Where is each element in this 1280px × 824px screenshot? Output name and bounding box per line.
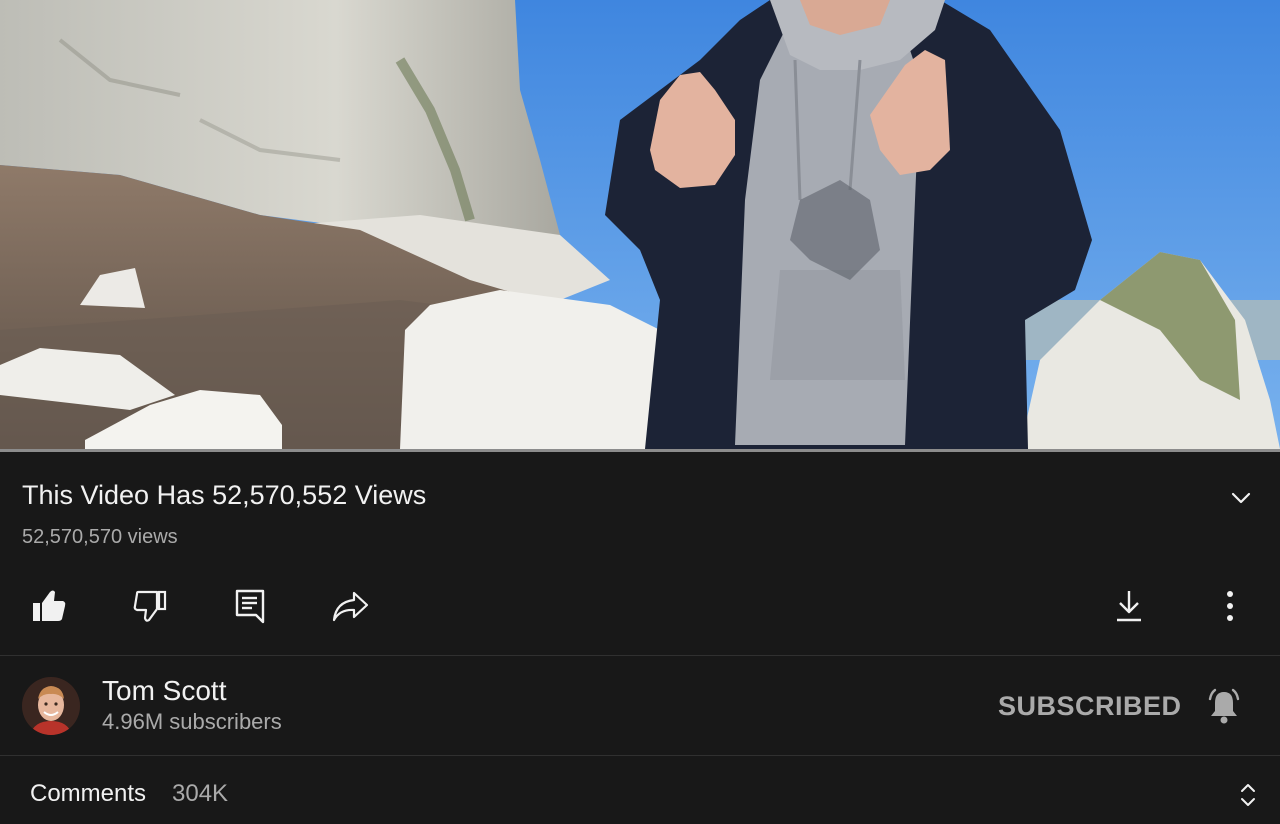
thumbs-down-icon bbox=[133, 590, 167, 622]
channel-name[interactable]: Tom Scott bbox=[102, 675, 226, 707]
chevron-up-down-icon bbox=[1241, 784, 1255, 806]
subscribe-button[interactable]: SUBSCRIBED bbox=[990, 686, 1190, 726]
channel-avatar[interactable] bbox=[22, 677, 80, 735]
more-options-button[interactable] bbox=[1208, 584, 1252, 628]
expand-description-button[interactable] bbox=[1226, 484, 1256, 512]
video-player[interactable] bbox=[0, 0, 1280, 449]
thumbs-up-icon bbox=[33, 590, 66, 621]
comments-expand-button[interactable] bbox=[1230, 778, 1266, 812]
video-title: This Video Has 52,570,552 Views bbox=[22, 480, 427, 510]
divider bbox=[0, 755, 1280, 756]
comment-button[interactable] bbox=[228, 584, 272, 628]
share-button[interactable] bbox=[328, 584, 372, 628]
view-count: 52,570,570 views bbox=[22, 526, 178, 548]
share-arrow-icon bbox=[332, 591, 369, 622]
video-watch-page: This Video Has 52,570,552 Views 52,570,5… bbox=[0, 0, 1280, 824]
comment-icon bbox=[235, 589, 265, 624]
subscriber-count: 4.96M subscribers bbox=[102, 709, 282, 734]
download-button[interactable] bbox=[1107, 584, 1151, 628]
bell-icon bbox=[1208, 688, 1240, 724]
more-vertical-icon bbox=[1227, 591, 1233, 621]
like-button[interactable] bbox=[27, 584, 71, 628]
video-frame-image bbox=[0, 0, 1280, 449]
divider bbox=[0, 655, 1280, 656]
notification-bell-button[interactable] bbox=[1202, 684, 1246, 728]
comments-label[interactable]: Comments bbox=[30, 780, 146, 808]
chevron-down-icon bbox=[1231, 492, 1251, 504]
video-progress-fill bbox=[0, 449, 1280, 452]
avatar-image bbox=[22, 677, 80, 735]
video-progress-bar[interactable] bbox=[0, 449, 1280, 452]
comments-count: 304K bbox=[172, 780, 229, 807]
dislike-button[interactable] bbox=[128, 584, 172, 628]
download-icon bbox=[1117, 591, 1141, 622]
